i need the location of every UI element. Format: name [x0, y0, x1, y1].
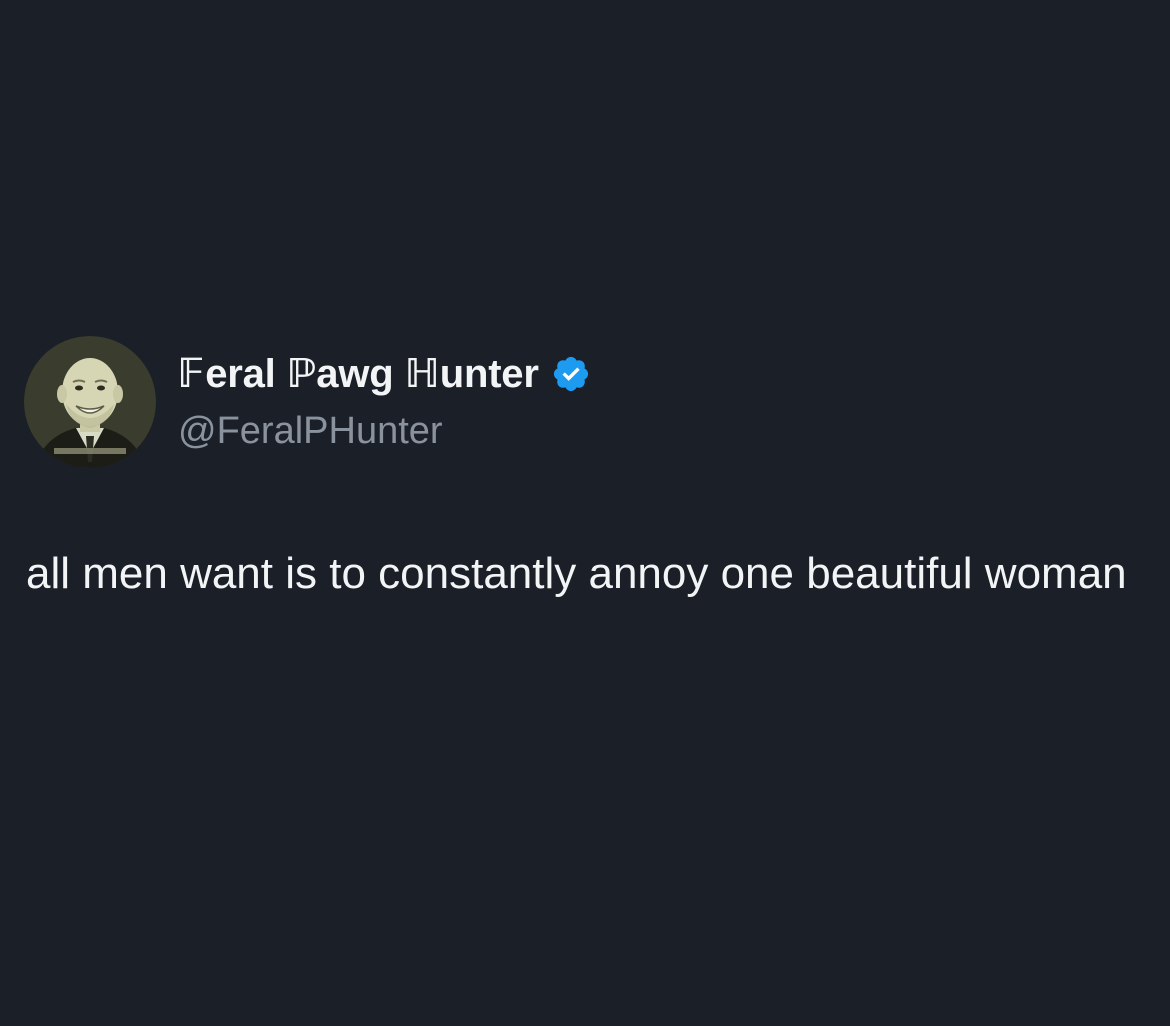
display-name-row[interactable]: 𝔽eral ℙawg ℍunter — [178, 350, 591, 398]
display-name[interactable]: 𝔽eral ℙawg ℍunter — [178, 350, 539, 398]
user-handle[interactable]: @FeralPHunter — [178, 408, 443, 454]
avatar[interactable] — [24, 336, 156, 468]
avatar-photo — [24, 336, 156, 468]
tweet-card[interactable]: 𝔽eral ℙawg ℍunter @FeralPHunter all men … — [0, 0, 1170, 1026]
verified-badge-icon — [551, 354, 591, 394]
tweet-text: all men want is to constantly annoy one … — [26, 549, 1127, 598]
